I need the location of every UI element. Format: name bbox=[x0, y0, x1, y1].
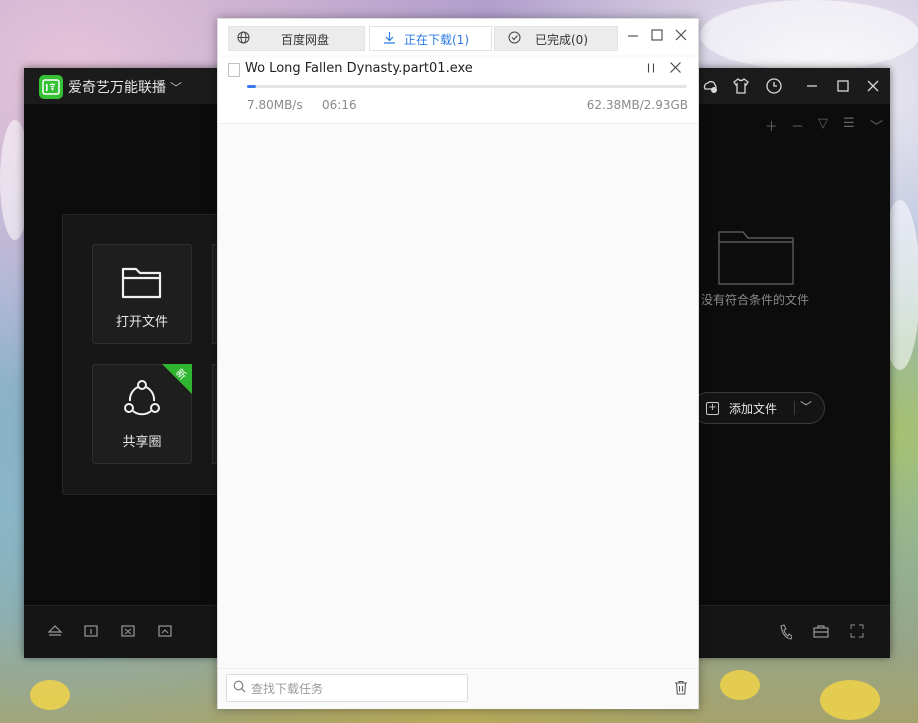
quick-actions-panel: 打开文件 新 共享圈 bbox=[62, 214, 219, 495]
fullscreen-icon[interactable] bbox=[850, 624, 864, 638]
search-input[interactable] bbox=[249, 678, 463, 700]
app-menu-chevron-icon[interactable]: ﹀ bbox=[170, 79, 182, 96]
check-circle-icon bbox=[508, 31, 521, 44]
add-file-button[interactable]: + 添加文件 ﹀ bbox=[692, 392, 825, 424]
download-size: 62.38MB/2.93GB bbox=[586, 98, 688, 112]
maximize-icon[interactable] bbox=[834, 77, 852, 95]
trash-icon[interactable] bbox=[674, 680, 688, 695]
empty-folder-icon bbox=[718, 231, 794, 285]
tab-baidu-netdisk-label: 百度网盘 bbox=[281, 33, 330, 47]
playlist-remove-icon[interactable]: － bbox=[791, 116, 804, 135]
add-file-dropdown-icon[interactable]: ﹀ bbox=[800, 398, 812, 415]
search-icon bbox=[233, 680, 246, 693]
background-petal bbox=[700, 0, 918, 70]
download-item[interactable]: Wo Long Fallen Dynasty.part01.exe 7.80MB… bbox=[218, 57, 698, 124]
empty-state-text: 没有符合条件的文件 bbox=[701, 293, 810, 307]
file-icon bbox=[228, 63, 240, 77]
progress-fill bbox=[247, 85, 257, 88]
minimize-icon[interactable] bbox=[626, 29, 640, 43]
tab-completed[interactable]: 已完成(0) bbox=[494, 26, 618, 51]
search-box bbox=[226, 674, 468, 702]
screen-ratio-icon[interactable] bbox=[121, 624, 135, 638]
close-icon[interactable] bbox=[674, 28, 688, 42]
cancel-icon[interactable] bbox=[669, 61, 682, 74]
download-footer bbox=[218, 668, 698, 709]
cloud-icon[interactable] bbox=[701, 77, 719, 95]
folder-icon bbox=[121, 267, 162, 299]
open-file-tile[interactable]: 打开文件 bbox=[92, 244, 192, 344]
background-flower bbox=[30, 680, 70, 710]
file-name: Wo Long Fallen Dynasty.part01.exe bbox=[245, 61, 473, 76]
download-speed: 7.80MB/s bbox=[247, 98, 303, 112]
add-file-icon: + bbox=[706, 402, 719, 415]
subtitle-icon[interactable] bbox=[84, 624, 98, 638]
screenshot-icon[interactable] bbox=[158, 624, 172, 638]
app-logo-icon bbox=[39, 75, 63, 99]
list-view-icon[interactable]: ☰ bbox=[843, 116, 855, 131]
app-name: 爱奇艺万能联播 bbox=[68, 80, 166, 96]
maximize-icon[interactable] bbox=[650, 28, 664, 42]
pause-icon[interactable] bbox=[645, 62, 657, 74]
progress-bar bbox=[247, 85, 687, 88]
share-circle-icon bbox=[124, 380, 160, 416]
download-tabs: 百度网盘 正在下载(1) 已完成(0) bbox=[218, 19, 698, 55]
divider bbox=[794, 401, 795, 415]
tab-downloading-label: 正在下载(1) bbox=[404, 33, 469, 47]
skin-shirt-icon[interactable] bbox=[732, 77, 750, 95]
close-icon[interactable] bbox=[864, 77, 882, 95]
toolbox-icon[interactable] bbox=[813, 624, 829, 638]
open-file-label: 打开文件 bbox=[115, 315, 168, 330]
collapse-chevron-icon[interactable]: ﹀ bbox=[870, 116, 883, 135]
minimize-icon[interactable] bbox=[803, 77, 821, 95]
playlist-add-icon[interactable]: ＋ bbox=[765, 116, 778, 135]
time-remaining: 06:16 bbox=[322, 98, 357, 112]
download-window: 百度网盘 正在下载(1) 已完成(0) Wo Long Fallen Dynas… bbox=[217, 18, 699, 709]
background-flower bbox=[720, 670, 760, 700]
filter-icon[interactable]: ▽ bbox=[818, 116, 828, 131]
background-flower bbox=[820, 680, 880, 720]
tab-baidu-netdisk[interactable]: 百度网盘 bbox=[228, 26, 365, 51]
tab-downloading[interactable]: 正在下载(1) bbox=[369, 26, 492, 51]
phone-icon[interactable] bbox=[778, 624, 792, 640]
download-icon bbox=[384, 32, 395, 44]
share-circle-tile[interactable]: 新 共享圈 bbox=[92, 364, 192, 464]
tab-completed-label: 已完成(0) bbox=[535, 33, 588, 47]
globe-icon bbox=[237, 31, 250, 44]
add-file-label: 添加文件 bbox=[729, 402, 778, 416]
share-circle-label: 共享圈 bbox=[122, 435, 162, 450]
eject-icon[interactable] bbox=[47, 624, 63, 638]
history-clock-icon[interactable] bbox=[765, 77, 783, 95]
